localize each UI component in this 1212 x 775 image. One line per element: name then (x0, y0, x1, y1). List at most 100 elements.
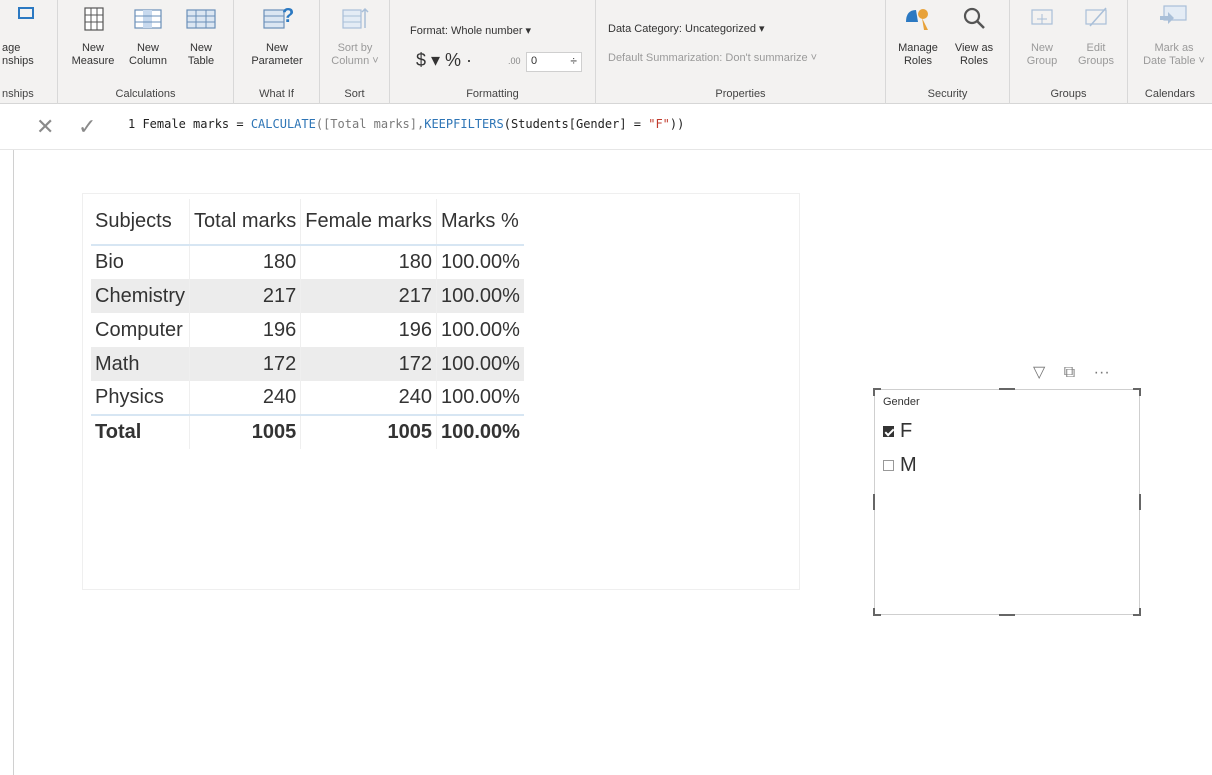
table-visual[interactable]: Subjects Total marks Female marks Marks … (82, 193, 800, 590)
slicer-title: Gender (883, 396, 920, 408)
manage-roles-button[interactable]: Manage Roles (892, 0, 944, 68)
group-calendars: Mark as Date Table ˅ Calendars (1128, 0, 1212, 104)
resize-handle[interactable] (1139, 388, 1141, 396)
manage-roles-icon (892, 0, 944, 38)
cell-pct: 100.00% (440, 251, 520, 273)
group-formatting: Format: Whole number ▾ $ ▾ % · .00 0 ÷ F… (390, 0, 596, 104)
table-row: Physics 240 240 100.00% (91, 381, 524, 415)
resize-handle[interactable] (873, 388, 875, 396)
filter-icon[interactable]: ▽ (1033, 364, 1045, 381)
table-total-row: Total 1005 1005 100.00% (91, 414, 524, 449)
new-group-icon (1016, 0, 1068, 38)
resize-handle[interactable] (1139, 608, 1141, 616)
group-label-sort: Sort (344, 88, 365, 100)
cell-female: 217 (300, 279, 437, 313)
new-parameter-button[interactable]: ? New Parameter (244, 0, 310, 68)
cell-total: 172 (189, 347, 302, 381)
cell-pct: 100.00% (436, 279, 524, 313)
formula-arg-gender: (Students[Gender] = (503, 117, 649, 131)
resize-handle[interactable] (873, 608, 875, 616)
view-as-roles-button[interactable]: View as Roles (948, 0, 1000, 68)
group-relationships: age nships nships (0, 0, 58, 104)
resize-handle[interactable] (999, 388, 1015, 390)
page-pane-edge (0, 150, 14, 775)
cell-subject: Math (91, 347, 191, 381)
new-table-button[interactable]: New Table (176, 0, 226, 68)
spinner-icon[interactable]: ÷ (570, 54, 577, 68)
currency-percent-controls[interactable]: $ ▾ % · (416, 50, 472, 71)
slicer-option-m[interactable]: M (883, 454, 917, 477)
checkbox-unchecked-icon[interactable] (883, 460, 894, 471)
group-properties: Data Category: Uncategorized ▾ Default S… (596, 0, 886, 104)
format-dropdown[interactable]: Format: Whole number ▾ (410, 24, 531, 37)
cell-subject: Physics (91, 381, 191, 415)
mark-as-date-table-button[interactable]: Mark as Date Table ˅ (1136, 0, 1212, 68)
formula-input[interactable]: 1 Female marks = CALCULATE([Total marks]… (128, 117, 1208, 139)
cell-female: 172 (300, 347, 437, 381)
formula-measure-name: Female marks = (135, 117, 251, 131)
group-label-relationships: nships (2, 88, 34, 100)
table-row: Bio 180 180 100.00% (91, 245, 524, 279)
cell-total-label: Total (91, 414, 191, 449)
group-calculations: New Measure New Column New Table Calcula… (58, 0, 234, 104)
cell-pct: 100.00% (440, 318, 520, 341)
group-sort: Sort by Column ˅ Sort (320, 0, 390, 104)
cell-female: 180 (300, 245, 437, 279)
formula-arg-total: ([Total marks], (315, 117, 425, 131)
cell-total-pct: 100.00% (436, 414, 524, 449)
formula-bar: ✕ ✓ 1 Female marks = CALCULATE([Total ma… (0, 104, 1212, 150)
col-header-subjects[interactable]: Subjects (91, 199, 191, 246)
edit-groups-icon (1070, 0, 1122, 38)
focus-mode-icon[interactable]: ⧉ (1064, 364, 1075, 381)
cell-total: 196 (189, 313, 302, 347)
table-row: Computer 196 196 100.00% (91, 313, 524, 347)
new-measure-button[interactable]: New Measure (66, 0, 120, 68)
cell-female: 240 (300, 381, 437, 415)
svg-text:?: ? (282, 5, 294, 27)
sort-by-column-button[interactable]: Sort by Column ˅ (326, 0, 384, 68)
cancel-formula-icon[interactable]: ✕ (36, 116, 54, 138)
manage-relationships-button[interactable]: age nships (2, 0, 52, 68)
group-label-whatif: What If (259, 88, 294, 100)
col-header-total-marks[interactable]: Total marks (189, 199, 302, 246)
commit-formula-icon[interactable]: ✓ (78, 116, 96, 138)
resize-handle[interactable] (873, 494, 875, 510)
cell-pct: 100.00% (440, 386, 520, 408)
group-label-formatting: Formatting (466, 88, 519, 100)
slicer-option-label: F (900, 420, 913, 442)
resize-handle[interactable] (1139, 494, 1141, 510)
more-options-icon[interactable]: ··· (1094, 364, 1110, 381)
decimal-places-input[interactable]: 0 ÷ (526, 52, 582, 72)
cell-subject: Bio (91, 245, 191, 279)
col-header-marks-pct[interactable]: Marks % (436, 199, 524, 246)
default-summarization-dropdown[interactable]: Default Summarization: Don't summarize ˅ (608, 52, 817, 64)
cell-total: 240 (189, 381, 302, 415)
relationships-icon (2, 0, 52, 38)
cell-total-female: 1005 (300, 414, 437, 449)
cell-total-total: 1005 (189, 414, 302, 449)
new-group-button[interactable]: New Group (1016, 0, 1068, 68)
ribbon: age nships nships New Measure New Column… (0, 0, 1212, 104)
col-header-female-marks[interactable]: Female marks (300, 199, 437, 246)
marks-table: Subjects Total marks Female marks Marks … (91, 199, 524, 449)
cell-total: 180 (189, 245, 302, 279)
cell-subject: Chemistry (91, 279, 191, 313)
cell-total: 217 (189, 279, 302, 313)
checkbox-checked-icon[interactable] (883, 426, 894, 437)
parameter-icon: ? (244, 0, 310, 38)
cell-pct: 100.00% (436, 347, 524, 381)
decimal-places-icon: .00 (508, 56, 521, 66)
slicer-option-label: M (900, 454, 917, 476)
group-whatif: ? New Parameter What If (234, 0, 320, 104)
table-header-row: Subjects Total marks Female marks Marks … (91, 199, 524, 246)
resize-handle[interactable] (999, 614, 1015, 616)
slicer-option-f[interactable]: F (883, 420, 912, 443)
formula-fn-calculate: CALCULATE (250, 117, 316, 131)
gender-slicer[interactable]: Gender F M (873, 388, 1141, 616)
data-category-dropdown[interactable]: Data Category: Uncategorized ▾ (608, 22, 765, 35)
slicer-toolbar: ▽ ⧉ ··· (1033, 362, 1110, 382)
group-groups: New Group Edit Groups Groups (1010, 0, 1128, 104)
new-column-button[interactable]: New Column (124, 0, 172, 68)
edit-groups-button[interactable]: Edit Groups (1070, 0, 1122, 68)
formula-close: )) (669, 117, 685, 131)
